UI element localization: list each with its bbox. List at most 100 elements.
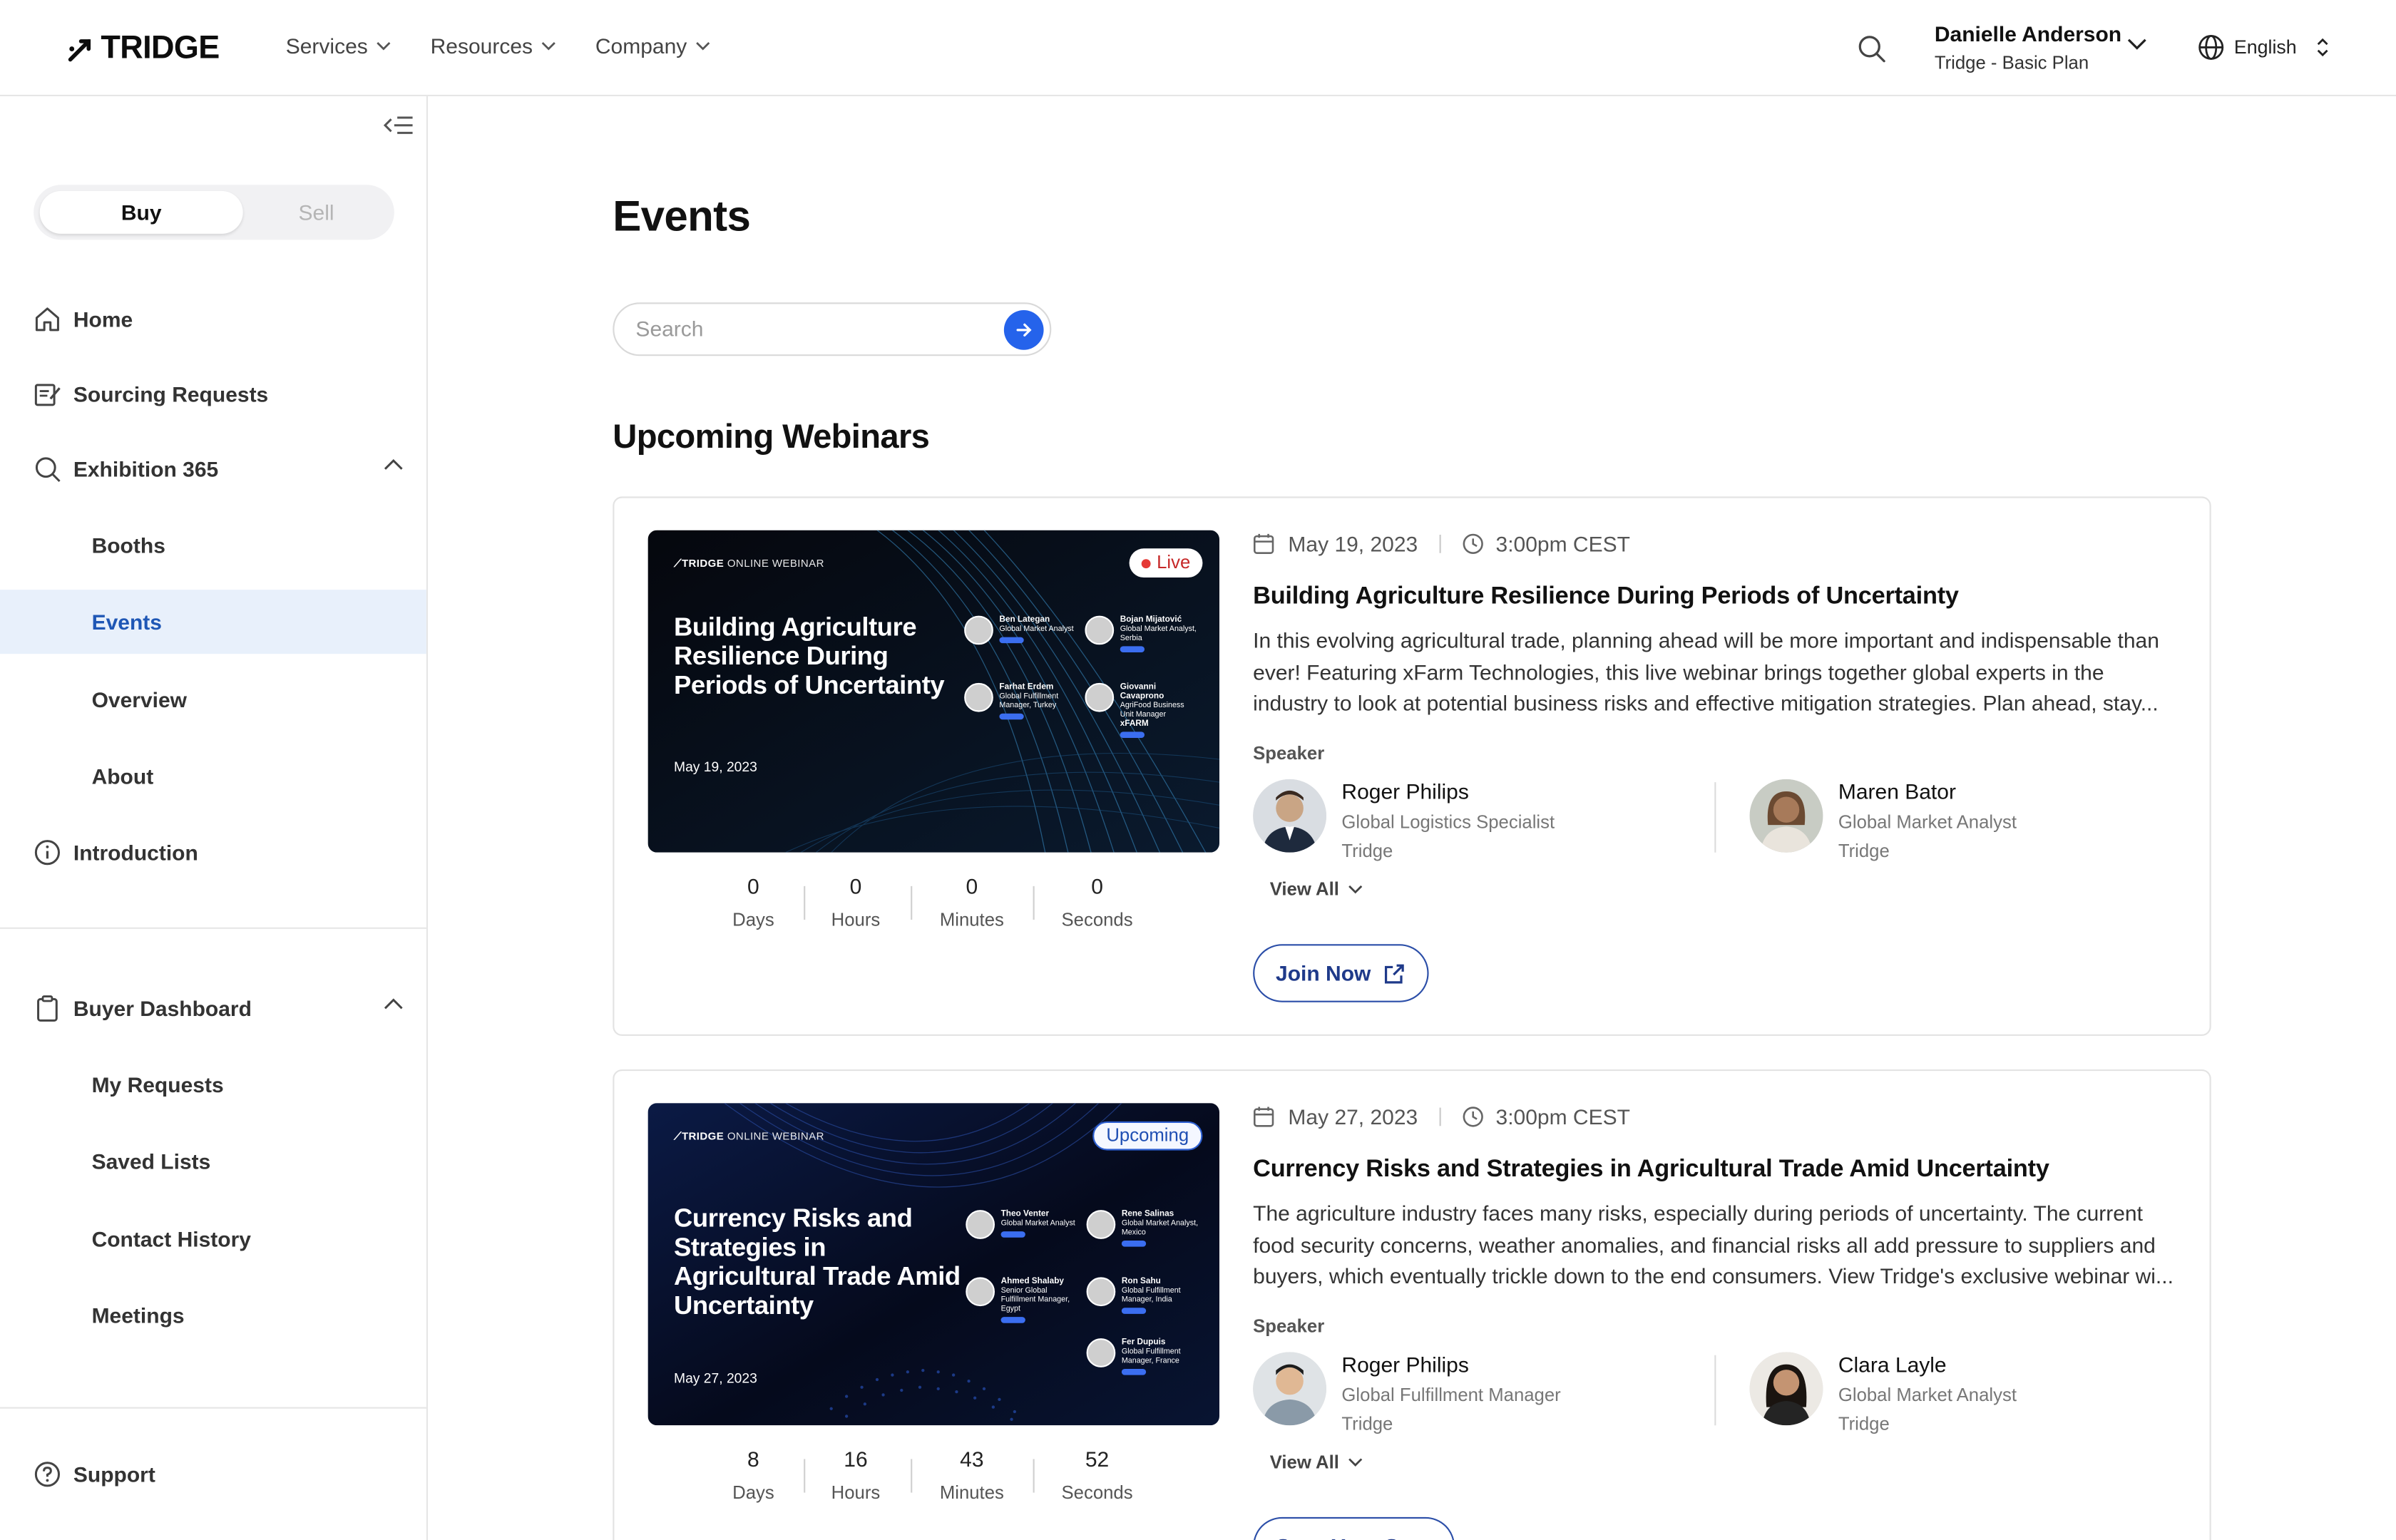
chevron-up-icon: [384, 458, 403, 470]
view-all-label: View All: [1269, 1451, 1339, 1473]
sell-toggle-button[interactable]: Sell: [243, 191, 390, 234]
sidebar-item-sourcing-requests[interactable]: Sourcing Requests: [0, 362, 426, 426]
buy-toggle-button[interactable]: Buy: [39, 190, 243, 234]
avatar: [1086, 1210, 1116, 1239]
logo-text: TRIDGE: [101, 30, 220, 66]
view-all-speakers-button[interactable]: View All: [1270, 1452, 1363, 1473]
thumbnail-speaker-name: Ahmed Shalaby: [1000, 1277, 1064, 1287]
countdown-label: Minutes: [939, 1482, 1004, 1504]
chevron-down-icon[interactable]: [2127, 38, 2147, 51]
thumbnail-speaker: Ben Lategan Global Market Analyst: [964, 615, 1079, 645]
event-title[interactable]: Currency Risks and Strategies in Agricul…: [1253, 1156, 2049, 1184]
thumbnail-speaker: Bojan Mijatović Global Market Analyst, Se…: [1085, 615, 1199, 652]
countdown-divider: [804, 885, 806, 920]
external-link-icon: [1385, 963, 1404, 983]
sidebar-item-exhibition-365[interactable]: Exhibition 365: [0, 437, 426, 501]
nav-resources[interactable]: Resources: [431, 34, 556, 58]
countdown-value: 0: [747, 873, 759, 898]
search-input[interactable]: [635, 316, 988, 341]
sidebar-item-booths[interactable]: Booths: [0, 513, 426, 578]
sidebar-item-label: Overview: [91, 687, 187, 712]
thumbnail-speaker-name: Rene Salinas: [1121, 1210, 1174, 1219]
arrow-right-icon: [1016, 323, 1032, 337]
avatar: [964, 682, 993, 712]
speaker-company: Tridge: [1341, 840, 1393, 862]
countdown-divider: [911, 885, 913, 920]
speaker-company: Tridge: [1341, 1413, 1393, 1435]
nav-services[interactable]: Services: [286, 34, 391, 58]
event-time: 3:00pm CEST: [1495, 1104, 1630, 1129]
sidebar-divider: [0, 1407, 426, 1409]
sidebar-item-introduction[interactable]: Introduction: [0, 821, 426, 885]
avatar: [1086, 1338, 1116, 1367]
sidebar-item-overview[interactable]: Overview: [0, 667, 426, 732]
sidebar-item-my-requests[interactable]: My Requests: [0, 1052, 426, 1116]
speaker-name: Maren Bator: [1838, 779, 1956, 804]
countdown-hours: 0 Hours: [826, 874, 884, 930]
live-dot-icon: [1141, 558, 1151, 568]
user-menu[interactable]: Danielle Anderson Tridge - Basic Plan: [1935, 21, 2121, 73]
speaker-role: Global Logistics Specialist: [1341, 811, 1555, 833]
avatar: [966, 1210, 995, 1239]
user-plan: Tridge - Basic Plan: [1934, 51, 2089, 73]
tridge-logo[interactable]: TRIDGE: [67, 30, 220, 67]
sidebar-item-saved-lists[interactable]: Saved Lists: [0, 1129, 426, 1194]
countdown-label: Minutes: [939, 909, 1004, 930]
event-time: 3:00pm CEST: [1495, 531, 1630, 556]
webinar-thumbnail[interactable]: Live ⟋TRIDGE ONLINE WEBINAR Building Agr…: [647, 530, 1219, 853]
search-icon[interactable]: [1857, 34, 1888, 64]
status-badge: Upcoming: [1092, 1121, 1203, 1151]
speaker-card: Maren Bator Global Market Analyst Tridge: [1749, 779, 2017, 862]
avatar: [1749, 1352, 1823, 1426]
globe-icon: [2198, 34, 2224, 60]
event-title[interactable]: Building Agriculture Resilience During P…: [1253, 584, 1959, 612]
sidebar-item-label: Sourcing Requests: [73, 381, 269, 406]
sidebar-item-about[interactable]: About: [0, 744, 426, 808]
countdown-label: Days: [732, 909, 774, 930]
thumbnail-speaker-name: Bojan Mijatović: [1120, 615, 1182, 625]
collapse-sidebar-icon[interactable]: [383, 113, 414, 138]
thumbnail-brand-name: TRIDGE: [681, 1131, 725, 1143]
webinar-thumbnail[interactable]: Upcoming ⟋TRIDGE ONLINE WEBINAR Currency…: [647, 1103, 1219, 1426]
sidebar-item-contact-history[interactable]: Contact History: [0, 1207, 426, 1271]
sidebar-item-support[interactable]: Support: [0, 1442, 426, 1506]
thumbnail-speaker: Rene Salinas Global Market Analyst, Mexic…: [1086, 1210, 1202, 1247]
avatar: [966, 1277, 995, 1307]
sidebar-item-label: Events: [91, 610, 162, 635]
search-submit-button[interactable]: [1003, 310, 1044, 350]
sidebar-item-label: Meetings: [91, 1303, 185, 1328]
join-now-button[interactable]: Join Now: [1253, 944, 1429, 1002]
thumbnail-speaker: Giovanni Cavaprono AgriFood Business Unit…: [1085, 682, 1199, 738]
sidebar-item-events[interactable]: Events: [0, 590, 426, 654]
chevron-down-icon: [695, 42, 710, 51]
sidebar-item-meetings[interactable]: Meetings: [0, 1283, 426, 1348]
sidebar-item-buyer-dashboard[interactable]: Buyer Dashboard: [0, 976, 426, 1040]
chevron-down-icon: [541, 42, 556, 51]
top-bar: TRIDGE Services Resources Company Daniel…: [0, 0, 2396, 96]
countdown-days: 8 Days: [727, 1447, 779, 1503]
nav-company[interactable]: Company: [595, 34, 710, 58]
countdown-timer: 8 Days 16 Hours 43 Minutes 52 Seconds: [648, 1447, 1219, 1508]
language-selector[interactable]: English: [2197, 34, 2330, 61]
sidebar-item-label: Booths: [91, 533, 165, 558]
save-your-spot-button[interactable]: Save Your Spot: [1253, 1516, 1455, 1540]
thumbnail-speaker-role: Global Market Analyst: [1000, 1219, 1075, 1228]
countdown-hours: 16 Hours: [826, 1447, 884, 1503]
sidebar-item-label: Home: [73, 307, 133, 332]
tridge-logo-icon: [68, 39, 91, 62]
speaker-divider: [1714, 782, 1716, 853]
buy-sell-toggle: Buy Sell: [34, 185, 394, 240]
thumbnail-speaker-role: Senior Global Fulfillment Manager, Egypt: [1000, 1286, 1070, 1314]
sidebar-item-home[interactable]: Home: [0, 287, 426, 351]
thumbnail-speaker-company: xFARM: [1120, 719, 1149, 729]
countdown-days: 0 Days: [727, 874, 779, 930]
section-title: Upcoming Webinars: [613, 417, 930, 456]
sidebar-item-label: My Requests: [91, 1072, 224, 1097]
clock-icon: [1463, 533, 1483, 554]
sidebar-item-label: Buyer Dashboard: [73, 996, 252, 1021]
speaker-name: Roger Philips: [1341, 779, 1469, 804]
speaker-card: Roger Philips Global Fulfillment Manager…: [1253, 1352, 1561, 1434]
view-all-speakers-button[interactable]: View All: [1270, 878, 1363, 900]
countdown-value: 8: [747, 1447, 759, 1472]
thumbnail-speaker-role: Global Market Analyst: [999, 625, 1074, 635]
